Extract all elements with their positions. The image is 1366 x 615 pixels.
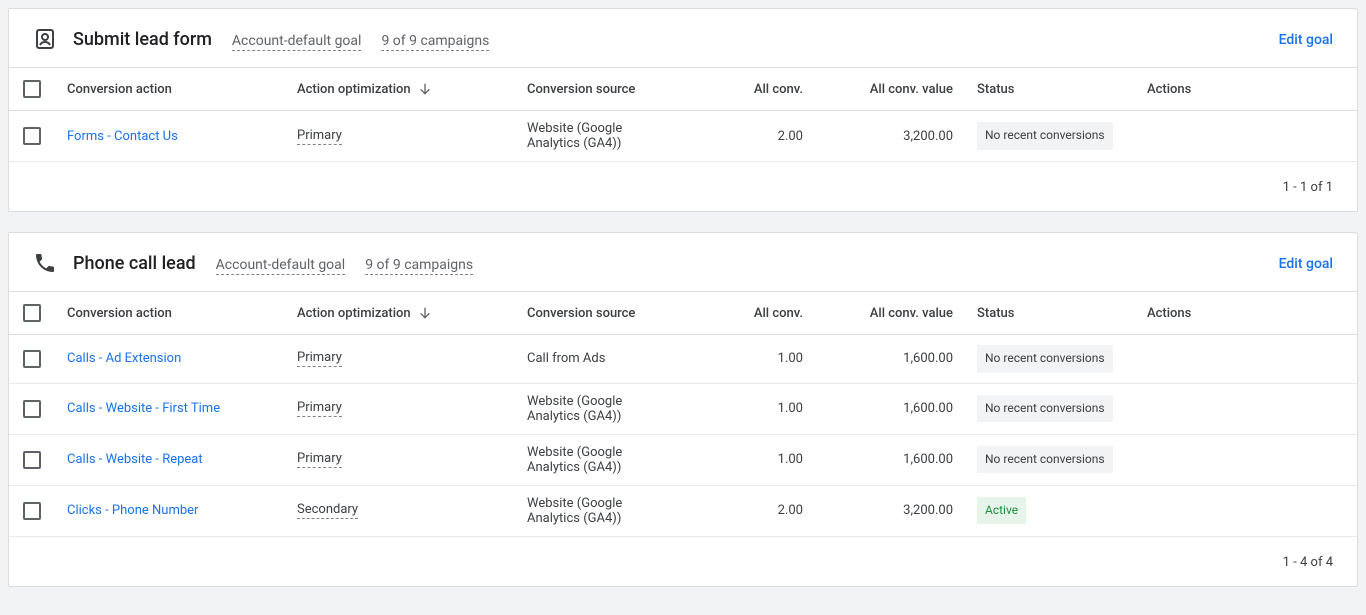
- source-value: Website (Google Analytics (GA4)): [527, 121, 622, 151]
- edit-goal-button[interactable]: Edit goal: [1279, 256, 1333, 272]
- row-checkbox[interactable]: [23, 127, 41, 145]
- optimization-value[interactable]: Secondary: [297, 502, 358, 519]
- all-conv-value-value: 3,200.00: [903, 129, 953, 144]
- table-header-row: Conversion action Action optimization Co…: [9, 292, 1357, 335]
- conversion-table: Conversion action Action optimization Co…: [9, 67, 1357, 161]
- col-conversion-action[interactable]: Conversion action: [67, 82, 172, 97]
- table-row: Clicks - Phone Number Secondary Website …: [9, 485, 1357, 536]
- all-conv-value-value: 3,200.00: [903, 503, 953, 518]
- all-conv-value: 2.00: [778, 503, 803, 518]
- lead-form-icon: [33, 27, 57, 51]
- row-checkbox[interactable]: [23, 451, 41, 469]
- actions-cell: [1135, 434, 1357, 485]
- card-header-left: Submit lead form Account-default goal 9 …: [33, 29, 489, 51]
- edit-goal-button[interactable]: Edit goal: [1279, 32, 1333, 48]
- row-checkbox[interactable]: [23, 400, 41, 418]
- conversion-action-link[interactable]: Clicks - Phone Number: [67, 503, 198, 518]
- card-footer: 1 - 4 of 4: [9, 536, 1357, 586]
- row-checkbox[interactable]: [23, 350, 41, 368]
- row-checkbox[interactable]: [23, 502, 41, 520]
- pagination-text: 1 - 4 of 4: [1283, 555, 1333, 570]
- col-conversion-source[interactable]: Conversion source: [527, 306, 635, 321]
- all-conv-value-value: 1,600.00: [903, 401, 953, 416]
- col-all-conv-value[interactable]: All conv. value: [870, 82, 953, 97]
- all-conv-value: 2.00: [778, 129, 803, 144]
- table-header-row: Conversion action Action optimization Co…: [9, 68, 1357, 111]
- conversion-action-link[interactable]: Forms - Contact Us: [67, 129, 178, 144]
- pagination-text: 1 - 1 of 1: [1283, 180, 1333, 195]
- col-all-conv[interactable]: All conv.: [754, 82, 803, 97]
- all-conv-value-value: 1,600.00: [903, 351, 953, 366]
- select-all-checkbox[interactable]: [23, 80, 41, 98]
- arrow-down-icon: [417, 81, 433, 97]
- goal-card: Phone call lead Account-default goal 9 o…: [8, 232, 1358, 587]
- source-value: Call from Ads: [527, 351, 605, 366]
- title-group: Phone call lead Account-default goal 9 o…: [73, 253, 473, 275]
- source-value: Website (Google Analytics (GA4)): [527, 445, 622, 475]
- source-value: Website (Google Analytics (GA4)): [527, 394, 622, 424]
- all-conv-value: 1.00: [778, 351, 803, 366]
- goal-title: Phone call lead: [73, 253, 196, 274]
- col-all-conv[interactable]: All conv.: [754, 306, 803, 321]
- card-header-left: Phone call lead Account-default goal 9 o…: [33, 253, 473, 275]
- table-row: Calls - Ad Extension Primary Call from A…: [9, 335, 1357, 384]
- campaigns-meta-link[interactable]: 9 of 9 campaigns: [381, 33, 489, 51]
- col-actions: Actions: [1147, 306, 1191, 321]
- status-badge: No recent conversions: [977, 446, 1113, 474]
- col-action-optimization[interactable]: Action optimization: [297, 306, 411, 321]
- all-conv-value: 1.00: [778, 401, 803, 416]
- title-group: Submit lead form Account-default goal 9 …: [73, 29, 489, 51]
- actions-cell: [1135, 383, 1357, 434]
- goal-card: Submit lead form Account-default goal 9 …: [8, 8, 1358, 212]
- card-header: Phone call lead Account-default goal 9 o…: [9, 233, 1357, 291]
- col-status[interactable]: Status: [977, 82, 1014, 97]
- all-conv-value-value: 1,600.00: [903, 452, 953, 467]
- col-actions: Actions: [1147, 82, 1191, 97]
- status-badge: No recent conversions: [977, 395, 1113, 423]
- status-badge: Active: [977, 497, 1026, 525]
- actions-cell: [1135, 485, 1357, 536]
- goal-meta-link[interactable]: Account-default goal: [216, 257, 346, 275]
- optimization-value[interactable]: Primary: [297, 400, 342, 417]
- campaigns-meta-link[interactable]: 9 of 9 campaigns: [365, 257, 473, 275]
- arrow-down-icon: [417, 305, 433, 321]
- optimization-value[interactable]: Primary: [297, 350, 342, 367]
- col-status[interactable]: Status: [977, 306, 1014, 321]
- col-action-optimization[interactable]: Action optimization: [297, 82, 411, 97]
- col-conversion-source[interactable]: Conversion source: [527, 82, 635, 97]
- conversion-action-link[interactable]: Calls - Website - First Time: [67, 401, 220, 416]
- source-value: Website (Google Analytics (GA4)): [527, 496, 622, 526]
- goal-title: Submit lead form: [73, 29, 212, 50]
- col-conversion-action[interactable]: Conversion action: [67, 306, 172, 321]
- conversion-action-link[interactable]: Calls - Ad Extension: [67, 351, 181, 366]
- card-header: Submit lead form Account-default goal 9 …: [9, 9, 1357, 67]
- col-all-conv-value[interactable]: All conv. value: [870, 306, 953, 321]
- all-conv-value: 1.00: [778, 452, 803, 467]
- optimization-value[interactable]: Primary: [297, 451, 342, 468]
- conversion-action-link[interactable]: Calls - Website - Repeat: [67, 452, 203, 467]
- actions-cell: [1135, 335, 1357, 384]
- optimization-value[interactable]: Primary: [297, 128, 342, 145]
- status-badge: No recent conversions: [977, 122, 1113, 150]
- table-row: Calls - Website - Repeat Primary Website…: [9, 434, 1357, 485]
- conversion-table: Conversion action Action optimization Co…: [9, 291, 1357, 536]
- status-badge: No recent conversions: [977, 345, 1113, 373]
- card-footer: 1 - 1 of 1: [9, 161, 1357, 211]
- goal-meta-link[interactable]: Account-default goal: [232, 33, 362, 51]
- table-row: Forms - Contact Us Primary Website (Goog…: [9, 111, 1357, 162]
- table-row: Calls - Website - First Time Primary Web…: [9, 383, 1357, 434]
- actions-cell: [1135, 111, 1357, 162]
- phone-icon: [33, 251, 57, 275]
- select-all-checkbox[interactable]: [23, 304, 41, 322]
